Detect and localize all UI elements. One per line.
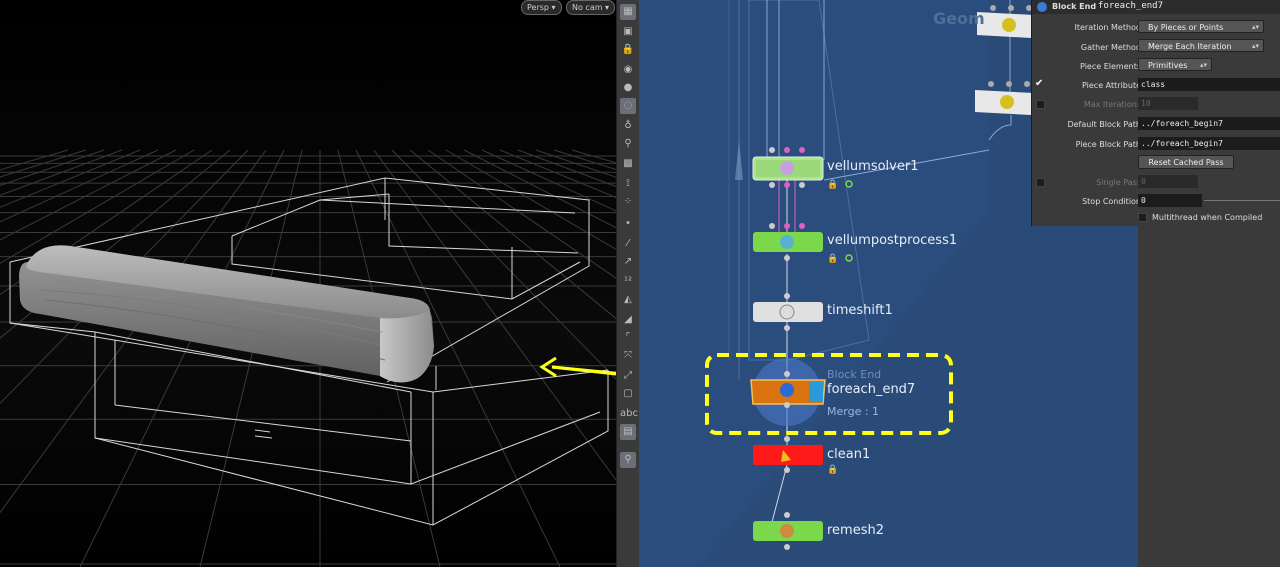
scene-viewport[interactable]: Persp ▾ No cam ▾ [0, 0, 616, 567]
light-bulb-icon[interactable]: ♁ [620, 118, 636, 134]
piece-elements-label: Piece Elements [1080, 62, 1141, 71]
visibility-icon[interactable]: ◉ [620, 62, 636, 78]
stop-condition-field[interactable]: 0 [1138, 194, 1202, 207]
single-pass-label: Single Pass [1096, 178, 1141, 187]
max-iterations-field[interactable]: 10 [1138, 97, 1198, 110]
points-icon[interactable]: ⁘ [620, 194, 636, 210]
display-icon[interactable]: ▤ [620, 424, 636, 440]
multithread-checkbox[interactable] [1138, 213, 1147, 222]
parameter-panel-background [1138, 226, 1280, 567]
viewport-scene [0, 0, 616, 567]
single-pass-field[interactable]: 0 [1138, 175, 1198, 188]
default-block-path-field[interactable]: ../foreach_begin7 [1138, 117, 1280, 130]
box-icon[interactable]: ▢ [620, 386, 636, 402]
corner-icon[interactable]: ⌜ [620, 330, 636, 346]
shape-icon[interactable]: ◢ [620, 312, 636, 328]
piece-attribute-checkmark-icon[interactable]: ✔ [1035, 78, 1043, 89]
normals-icon[interactable]: ◭ [620, 292, 636, 308]
multithread-label: Multithread when Compiled [1152, 213, 1263, 222]
piece-block-path-field[interactable]: ../foreach_begin7 [1138, 137, 1280, 150]
piece-block-path-label: Piece Block Path [1075, 140, 1141, 149]
parameter-panel: Block End foreach_end7 Iteration Method … [1031, 0, 1280, 226]
network-title: Geom [933, 9, 985, 28]
max-iterations-label: Max Iterations [1083, 100, 1141, 109]
select-tool-icon[interactable]: ▦ [620, 4, 636, 20]
node-type-icon [1037, 2, 1047, 12]
node-type-label: Block End [1052, 2, 1097, 11]
piece-attribute-field[interactable]: class [1138, 78, 1280, 91]
pin-icon[interactable]: ⚲ [620, 452, 636, 468]
piece-attribute-label: Piece Attribute [1082, 81, 1141, 90]
light-icon[interactable]: ◌ [620, 98, 636, 114]
lock-icon[interactable]: 🔒 [620, 42, 636, 58]
iteration-method-label: Iteration Method [1074, 23, 1141, 32]
stop-condition-label: Stop Condition [1082, 197, 1141, 206]
piece-elements-value: Primitives [1148, 61, 1188, 70]
menu-arrows-icon: ▴▾ [1199, 61, 1207, 69]
gather-method-menu[interactable]: Merge Each Iteration ▴▾ [1138, 39, 1264, 52]
menu-arrows-icon: ▴▾ [1251, 23, 1259, 31]
viewport-toolbar: ▦ ▣ 🔒 ◉ ● ◌ ♁ ⚲ ▩ ⟟ ⁘ • ⁄ ↗ ¹² ◭ ◢ ⌜ ⤧ ⤢… [616, 0, 640, 567]
parameter-header: Block End foreach_end7 [1032, 0, 1280, 14]
node-label-vellumpostprocess1: vellumpostprocess1 [827, 233, 958, 248]
menu-arrows-icon: ▴▾ [1251, 42, 1259, 50]
iteration-method-value: By Pieces or Points [1148, 23, 1224, 32]
lock-icon: 🔒 [827, 465, 839, 475]
lock-icon: 🔒 [827, 180, 839, 190]
snap-icon[interactable]: ⟟ [620, 176, 636, 192]
reset-cached-pass-button[interactable]: Reset Cached Pass [1138, 155, 1234, 169]
node-name-field[interactable]: foreach_end7 [1098, 1, 1163, 11]
node-label-clean1: clean1 [827, 447, 871, 462]
cam-select-menu[interactable]: No cam ▾ [566, 0, 616, 15]
lock-icon: 🔒 [827, 254, 839, 264]
node-label-vellumsolver1: vellumsolver1 [827, 159, 919, 174]
node-label-timeshift1: timeshift1 [827, 303, 893, 318]
iteration-method-menu[interactable]: By Pieces or Points ▴▾ [1138, 20, 1264, 33]
node-header-block-end: Block End [827, 368, 882, 381]
stop-condition-slider[interactable] [1204, 200, 1280, 201]
node-remesh2[interactable] [753, 512, 823, 550]
camera-light-icon[interactable]: ⚲ [620, 136, 636, 152]
camera-menu-label: Persp [527, 3, 549, 12]
point-icon[interactable]: • [620, 216, 636, 232]
scale-icon[interactable]: ⤧ [620, 348, 636, 364]
node-label-foreach-end7: foreach_end7 [827, 382, 916, 397]
sphere-icon[interactable]: ● [620, 80, 636, 96]
transform-icon[interactable]: ⤢ [620, 368, 636, 384]
render-icon[interactable]: ▣ [620, 24, 636, 40]
camera-menu[interactable]: Persp ▾ [521, 0, 562, 15]
default-block-path-label: Default Block Path [1067, 120, 1141, 129]
edge-icon[interactable]: ↗ [620, 254, 636, 270]
piece-elements-menu[interactable]: Primitives ▴▾ [1138, 58, 1212, 71]
number-icon[interactable]: ¹² [620, 274, 636, 290]
max-iterations-checkbox[interactable] [1036, 100, 1045, 109]
cam-select-label: No cam [572, 3, 603, 12]
gather-method-label: Gather Method [1080, 43, 1141, 52]
grid-icon[interactable]: ▩ [620, 156, 636, 172]
node-sub-merge: Merge : 1 [827, 405, 880, 418]
text-icon[interactable]: abc [620, 406, 638, 422]
single-pass-checkbox[interactable] [1036, 178, 1045, 187]
node-label-remesh2: remesh2 [827, 523, 885, 538]
gather-method-value: Merge Each Iteration [1148, 42, 1232, 51]
brush-icon[interactable]: ⁄ [620, 236, 636, 252]
